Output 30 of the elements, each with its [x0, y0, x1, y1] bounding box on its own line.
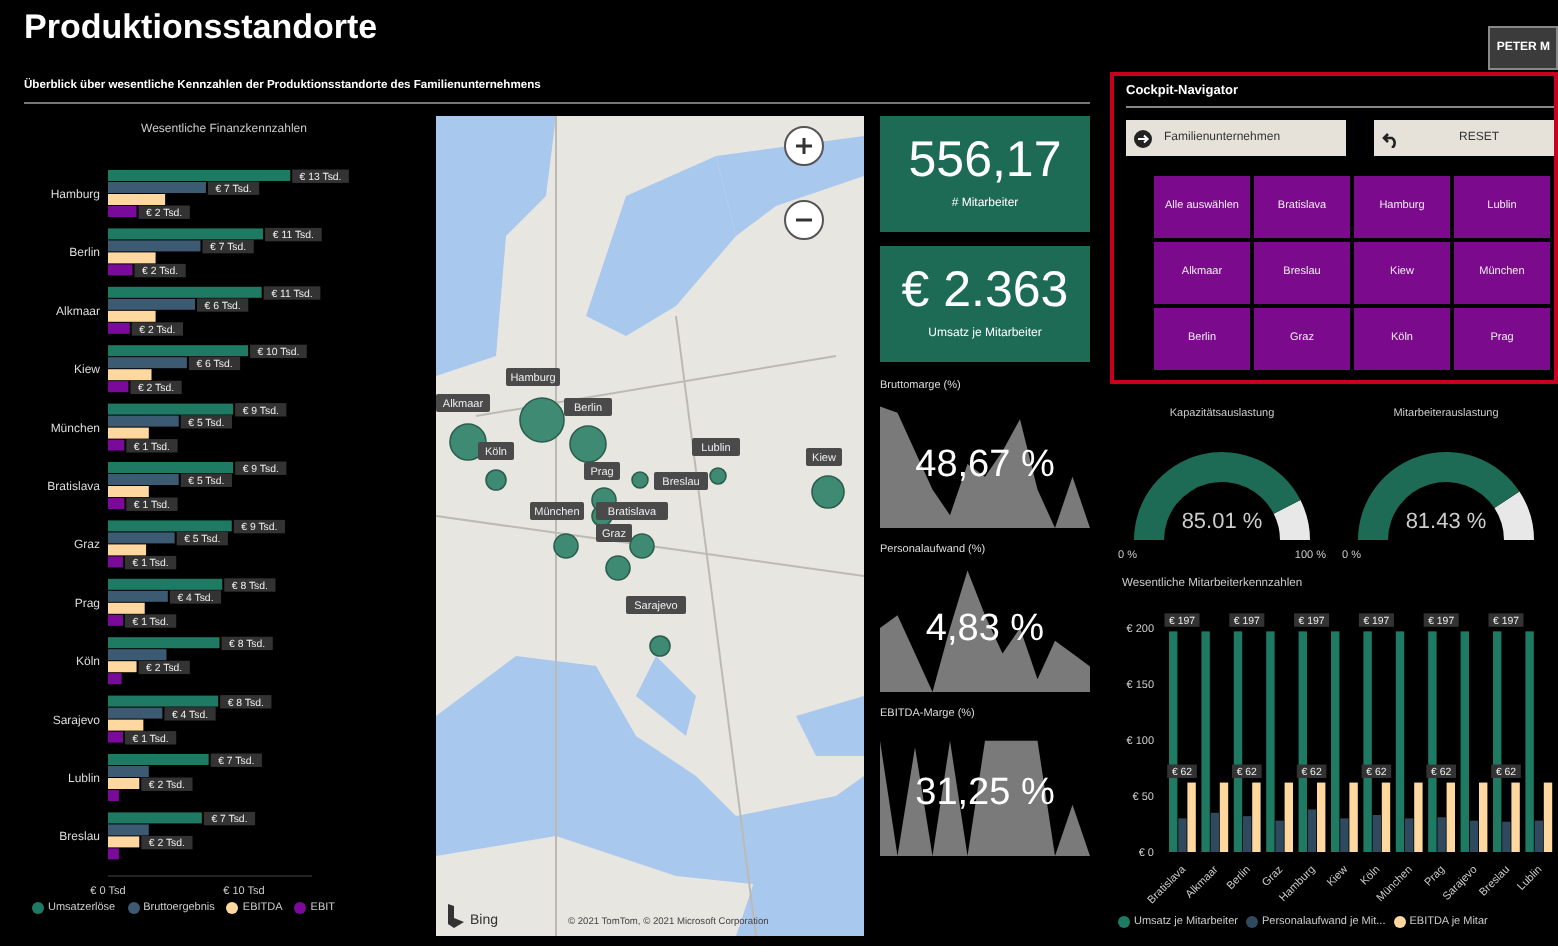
- legend-dot: [1393, 916, 1406, 928]
- kpi-value: 48,67 %: [915, 444, 1055, 488]
- plus-icon: [794, 136, 814, 156]
- location-bubble: [631, 471, 649, 489]
- legend-dot: [32, 902, 44, 914]
- location-bubble: [519, 397, 565, 443]
- location-bubble: [569, 425, 607, 463]
- location-bubble: [449, 423, 487, 461]
- legend-dot: [127, 902, 140, 914]
- gauge-value: 81.43 %: [1405, 510, 1487, 536]
- legend-dot: [294, 902, 307, 914]
- location-bubble: [553, 533, 579, 559]
- logo-icon: [448, 904, 464, 928]
- location-bubble: [605, 555, 631, 581]
- location-bubble: [811, 475, 845, 509]
- page-title: Produktionsstandorte: [24, 8, 378, 46]
- kpi-value: 556,17: [908, 132, 1062, 188]
- location-bubble: [709, 467, 727, 485]
- location-bubble: [629, 533, 655, 559]
- gauge-value: 85.01 %: [1181, 510, 1263, 536]
- gauge-track: [1273, 500, 1310, 540]
- sea-area: [636, 656, 696, 736]
- legend-dot: [226, 902, 239, 914]
- kpi-value: € 2.363: [901, 262, 1069, 318]
- gauge-track: [1494, 491, 1534, 540]
- legend-dot: [1118, 916, 1130, 928]
- legend-dot: [1245, 916, 1258, 928]
- arrow-circle-icon: [1134, 129, 1152, 147]
- undo-icon: [1382, 129, 1400, 147]
- sea-area: [796, 696, 864, 756]
